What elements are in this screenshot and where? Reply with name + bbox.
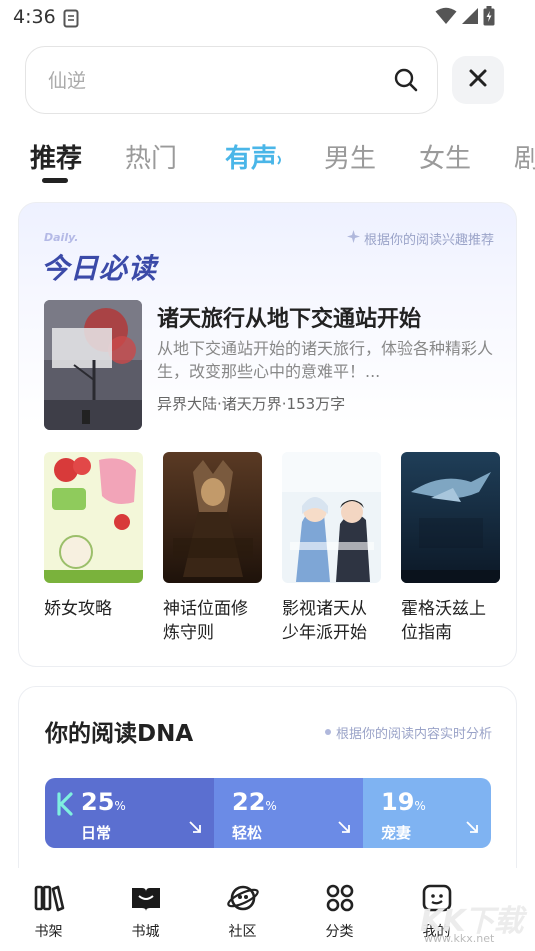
dna-percent: 19% (381, 788, 426, 816)
category-icon (324, 884, 356, 916)
dna-segment[interactable]: 19% 宠妻 (363, 778, 491, 848)
tab-audio-label: 有声 (225, 144, 278, 174)
tab-hot[interactable]: 热门 (125, 138, 177, 175)
dna-percent-unit: % (265, 799, 277, 813)
featured-book-meta: 异界大陆·诸天万界·153万字 (157, 395, 346, 413)
featured-book-cover[interactable] (44, 300, 142, 430)
tab-recommend[interactable]: 推荐 (30, 138, 82, 175)
search-input[interactable] (48, 67, 348, 95)
dna-percent-unit: % (414, 799, 426, 813)
status-bar: 4:36 (0, 0, 535, 36)
bookshelf-icon (33, 884, 65, 916)
tab-male[interactable]: 男生 (324, 138, 376, 175)
book-item[interactable]: 神话位面修炼守则 (163, 452, 262, 645)
dna-percent-value: 25 (81, 788, 115, 816)
status-icons (435, 6, 495, 30)
featured-book-description: 从地下交通站开始的诸天旅行，体验各种精彩人生，改变那些心中的意难平！... (157, 339, 494, 381)
nav-item-bookstore[interactable]: 书城 (97, 868, 194, 951)
book-cover (282, 452, 381, 583)
nav-label: 社区 (228, 924, 257, 940)
nav-label: 分类 (325, 924, 354, 940)
book-title: 神话位面修炼守则 (163, 599, 248, 643)
nav-item-bookshelf[interactable]: 书架 (0, 868, 97, 951)
book-cover (401, 452, 500, 583)
dna-label: 宠妻 (381, 824, 412, 842)
arrow-down-right-icon (337, 819, 351, 838)
notification-doc-icon (63, 9, 79, 32)
dna-label: 日常 (81, 824, 112, 842)
bottom-navigation: 书架 书城 社区 分类 我的 (0, 868, 535, 951)
battery-icon (483, 6, 495, 30)
nav-item-category[interactable]: 分类 (291, 868, 388, 951)
dna-percent: 22% (232, 788, 277, 816)
dna-bar: 25% 日常 22% 轻松 19% 宠妻 (45, 778, 491, 848)
tab-drama[interactable]: 剧 (514, 138, 535, 175)
book-cover (44, 452, 143, 583)
profile-icon (421, 884, 453, 916)
dna-title: 你的阅读DNA (45, 721, 194, 747)
nav-label: 书城 (131, 924, 160, 940)
dna-hint-text: 根据你的阅读内容实时分析 (335, 727, 492, 742)
wifi-icon (435, 7, 457, 29)
daily-must-read-card: Daily. 今日必读 根据你的阅读兴趣推荐 诸天旅行从地下交通站开始 从地下交… (18, 202, 517, 667)
daily-hint: 根据你的阅读兴趣推荐 (346, 229, 494, 248)
book-title: 影视诸天从少年派开始 (282, 599, 367, 643)
bookstore-icon (130, 884, 162, 916)
featured-book-title[interactable]: 诸天旅行从地下交通站开始 (157, 301, 421, 333)
cell-signal-icon (461, 7, 479, 29)
reading-dna-card: 你的阅读DNA 根据你的阅读内容实时分析 25% 日常 22% 轻松 19% 宠… (18, 686, 517, 886)
tab-indicator (42, 178, 68, 183)
community-icon (226, 884, 259, 916)
book-item[interactable]: 影视诸天从少年派开始 (282, 452, 381, 645)
dna-segment[interactable]: 25% 日常 (45, 778, 214, 848)
book-item[interactable]: 娇女攻略 (44, 452, 143, 621)
daily-hint-text: 根据你的阅读兴趣推荐 (363, 233, 494, 248)
sound-wave-icon (277, 144, 285, 174)
nav-item-profile[interactable]: 我的 (388, 868, 485, 951)
book-item[interactable]: 霍格沃兹上位指南 (401, 452, 500, 645)
book-title: 霍格沃兹上位指南 (401, 599, 486, 643)
status-time: 4:36 (13, 6, 56, 28)
daily-title: 今日必读 (41, 252, 158, 285)
dna-logo-icon (57, 792, 73, 820)
sparkle-icon (346, 230, 360, 247)
arrow-down-right-icon (465, 819, 479, 838)
dna-percent-unit: % (114, 799, 126, 813)
nav-item-community[interactable]: 社区 (194, 868, 291, 951)
dna-percent-value: 22 (232, 788, 266, 816)
dot-icon (324, 725, 332, 740)
dna-percent: 25% (81, 788, 126, 816)
nav-label: 我的 (422, 924, 451, 940)
dna-label: 轻松 (232, 824, 263, 842)
close-icon (468, 68, 488, 92)
daily-english-label: Daily. (44, 231, 79, 244)
close-button[interactable] (452, 56, 504, 104)
arrow-down-right-icon (188, 819, 202, 838)
book-title: 娇女攻略 (44, 599, 112, 619)
dna-percent-value: 19 (381, 788, 415, 816)
tab-audio[interactable]: 有声 (225, 138, 285, 175)
book-cover (163, 452, 262, 583)
tab-female[interactable]: 女生 (419, 138, 471, 175)
nav-label: 书架 (34, 924, 63, 940)
search-box[interactable] (25, 46, 438, 114)
category-tabs: 推荐 热门 有声 男生 女生 剧 (0, 132, 535, 188)
dna-segment[interactable]: 22% 轻松 (214, 778, 363, 848)
dna-hint: 根据你的阅读内容实时分析 (324, 723, 492, 742)
search-icon[interactable] (393, 67, 419, 93)
